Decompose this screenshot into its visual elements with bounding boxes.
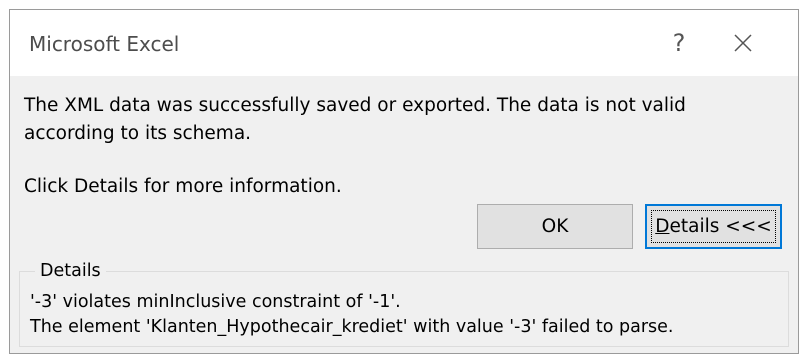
message-text: The XML data was successfully saved or e… xyxy=(24,92,784,148)
close-button[interactable] xyxy=(720,26,766,60)
details-button-mnemonic: D xyxy=(655,216,670,237)
help-button[interactable]: ? xyxy=(662,26,696,60)
close-icon xyxy=(734,34,752,52)
details-text: '-3' violates minInclusive constraint of… xyxy=(30,290,674,340)
excel-dialog: Microsoft Excel ? The XML data was succe… xyxy=(9,9,799,354)
message-line-1: The XML data was successfully saved or e… xyxy=(24,95,686,116)
window-title: Microsoft Excel xyxy=(29,32,180,56)
details-button-label: Details <<< xyxy=(655,216,772,237)
help-icon: ? xyxy=(672,29,686,57)
details-group: Details '-3' violates minInclusive const… xyxy=(19,259,789,347)
ok-button-label: OK xyxy=(541,216,569,237)
hint-text: Click Details for more information. xyxy=(24,176,342,197)
title-bar[interactable]: Microsoft Excel ? xyxy=(10,10,798,76)
details-legend: Details xyxy=(35,259,106,283)
details-button-focus-rect: Details <<< xyxy=(651,210,776,243)
ok-button[interactable]: OK xyxy=(477,204,633,249)
details-line-2: The element 'Klanten_Hypothecair_krediet… xyxy=(30,317,674,337)
details-line-1: '-3' violates minInclusive constraint of… xyxy=(30,292,401,312)
details-button-label-rest: etails <<< xyxy=(669,216,772,237)
message-line-2: according to its schema. xyxy=(24,123,252,144)
details-button[interactable]: Details <<< xyxy=(645,204,782,249)
